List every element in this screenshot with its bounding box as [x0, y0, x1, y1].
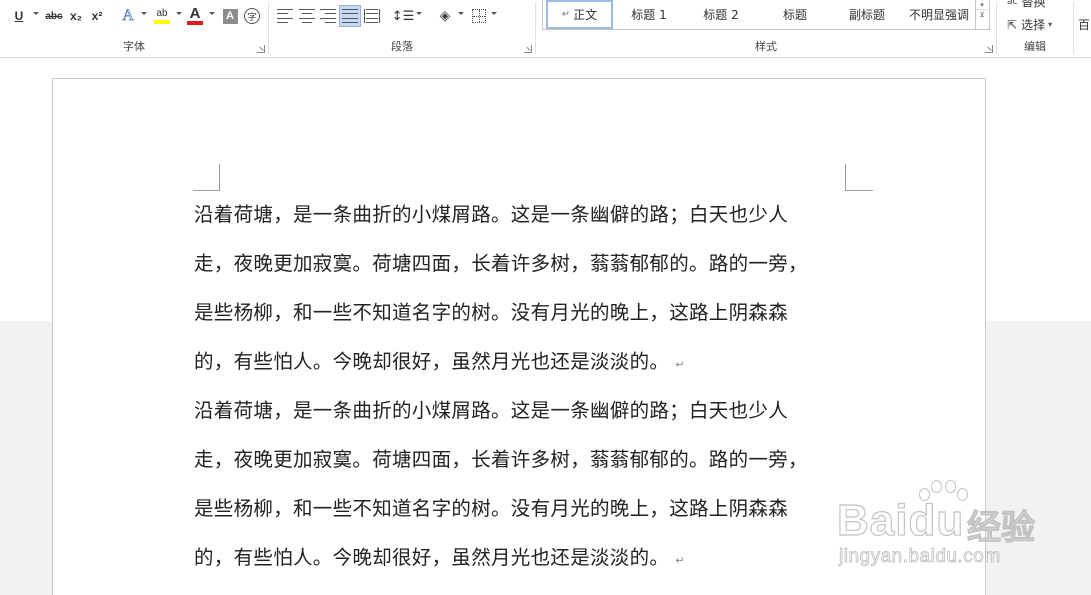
justify-button[interactable] [339, 5, 361, 27]
chevron-down-icon[interactable] [33, 12, 39, 15]
paragraph[interactable]: 沿着荷塘，是一条曲折的小煤屑路。这是一条幽僻的路；白天也少人 走，夜晚更加寂寞。… [194, 386, 854, 582]
shading-button[interactable]: ◈ [435, 5, 455, 27]
text-line: 沿着荷塘，是一条曲折的小煤屑路。这是一条幽僻的路；白天也少人 [194, 203, 789, 226]
highlight-color-bar [154, 20, 170, 24]
paragraph[interactable]: 沿着荷塘，是一条曲折的小煤屑路。这是一条幽僻的路；白天也少人 走，夜晚更加寂寞。… [194, 190, 854, 386]
character-shading-button[interactable]: A [221, 5, 239, 27]
watermark-url: jingyan.baidu.com [839, 546, 1001, 568]
chevron-down-icon[interactable] [141, 12, 147, 15]
align-left-icon [277, 9, 293, 23]
text-line: 走，夜晚更加寂寞。荷塘四面，长着许多树，蓊蓊郁郁的。路的一旁， [194, 448, 808, 471]
align-right-button[interactable] [318, 5, 338, 27]
paint-bucket-icon: ◈ [439, 8, 451, 24]
line-spacing-icon: ↕☰ [391, 8, 415, 24]
align-right-icon [320, 9, 336, 23]
gallery-expand-icon[interactable]: ⊻ [976, 10, 988, 20]
enclose-characters-button[interactable]: 字 [243, 5, 261, 27]
style-subtle-emphasis[interactable]: 不明显强调 [901, 0, 977, 29]
text-effects-button[interactable]: A [119, 5, 137, 27]
align-center-button[interactable] [297, 5, 317, 27]
style-label: 副标题 [848, 8, 885, 22]
strikethrough-button[interactable]: abc [44, 5, 64, 27]
styles-group-label: 样式 [755, 40, 777, 53]
font-dialog-launcher-icon[interactable] [257, 45, 265, 53]
paragraph-group-label: 段落 [391, 40, 413, 53]
chevron-down-icon[interactable] [416, 12, 422, 15]
paragraph-mark-icon: ↵ [675, 358, 685, 371]
chevron-down-icon[interactable] [176, 12, 182, 15]
chevron-down-icon[interactable] [209, 12, 215, 15]
watermark-logo-text: Baidu [836, 495, 965, 545]
chevron-down-icon[interactable] [458, 12, 464, 15]
style-subtitle[interactable]: 副标题 [833, 0, 901, 29]
text-line: 沿着荷塘，是一条曲折的小煤屑路。这是一条幽僻的路；白天也少人 [194, 399, 789, 422]
distributed-icon [364, 9, 380, 23]
style-label: 标题 1 [631, 8, 667, 22]
style-heading-2[interactable]: 标题 2 [687, 0, 755, 29]
style-label: 标题 2 [703, 8, 739, 22]
ribbon: U abc x₂ x² A ab A A 字 字体 ↕☰ ◈ 段落 ↵ 正文 标… [0, 0, 1091, 58]
styles-dialog-launcher-icon[interactable] [985, 45, 993, 53]
text-line: 的，有些怕人。今晚却很好，虽然月光也还是淡淡的。 [194, 350, 670, 373]
style-label: 不明显强调 [908, 8, 969, 22]
justify-icon [342, 9, 358, 23]
group-divider [535, 2, 536, 54]
paragraph-mark-icon: ↵ [675, 554, 685, 567]
edit-group: 编辑 [997, 0, 1073, 57]
paragraph-mark-icon: ↵ [561, 9, 571, 20]
line-spacing-button[interactable]: ↕☰ [391, 5, 415, 27]
style-title[interactable]: 标题 [759, 0, 831, 29]
paragraph-dialog-launcher-icon[interactable] [524, 45, 532, 53]
watermark-product-text: 经验 [967, 508, 1036, 549]
style-gallery-scroller: ▾ ⊻ [976, 0, 990, 30]
superscript-button[interactable]: x² [89, 5, 105, 27]
font-color-icon: A [189, 5, 201, 22]
edit-group-label: 编辑 [1024, 40, 1046, 53]
style-label: 正文 [573, 8, 598, 22]
document-body[interactable]: 沿着荷塘，是一条曲折的小煤屑路。这是一条幽僻的路；白天也少人 走，夜晚更加寂寞。… [194, 190, 854, 582]
text-line-last: 的，有些怕人。今晚却很好，虽然月光也还是淡淡的。 ↵ [194, 337, 854, 386]
borders-button[interactable] [470, 5, 488, 27]
style-label: 标题 [782, 8, 807, 22]
font-color-button[interactable]: A [186, 5, 204, 27]
text-line-last: 的，有些怕人。今晚却很好，虽然月光也还是淡淡的。 ↵ [194, 533, 854, 582]
group-divider [1073, 2, 1074, 54]
next-group-partial: 百 [1078, 18, 1091, 32]
style-normal[interactable]: ↵ 正文 [546, 0, 613, 29]
style-heading-1[interactable]: 标题 1 [615, 0, 683, 29]
highlight-color-button[interactable]: ab [152, 5, 172, 27]
align-left-button[interactable] [275, 5, 295, 27]
chevron-down-icon[interactable]: ▾ [976, 0, 988, 10]
underline-button[interactable]: U [11, 5, 27, 27]
chevron-down-icon[interactable] [491, 12, 497, 15]
font-group: U abc x₂ x² A ab A A 字 字体 [0, 0, 268, 57]
distributed-button[interactable] [362, 5, 382, 27]
subscript-button[interactable]: x₂ [68, 5, 84, 27]
font-color-bar [187, 21, 203, 25]
font-group-label: 字体 [123, 40, 145, 53]
text-line: 走，夜晚更加寂寞。荷塘四面，长着许多树，蓊蓊郁郁的。路的一旁， [194, 252, 808, 275]
style-gallery: ↵ 正文 标题 1 标题 2 标题 副标题 不明显强调 [542, 0, 976, 30]
text-line: 是些杨柳，和一些不知道名字的树。没有月光的晚上，这路上阴森森 [194, 497, 789, 520]
text-line: 的，有些怕人。今晚却很好，虽然月光也还是淡淡的。 [194, 546, 670, 569]
highlight-icon: ab [156, 8, 168, 19]
character-shading-icon: A [222, 8, 238, 24]
align-center-icon [299, 9, 315, 23]
paragraph-group: ↕☰ ◈ 段落 [269, 0, 535, 57]
baidu-jingyan-watermark: Baidu 经验 jingyan.baidu.com [835, 478, 1045, 578]
text-line: 是些杨柳，和一些不知道名字的树。没有月光的晚上，这路上阴森森 [194, 301, 789, 324]
enclose-characters-icon: 字 [244, 8, 260, 24]
margin-crop-mark [845, 164, 873, 191]
borders-icon [472, 9, 486, 23]
margin-crop-mark [193, 164, 220, 191]
